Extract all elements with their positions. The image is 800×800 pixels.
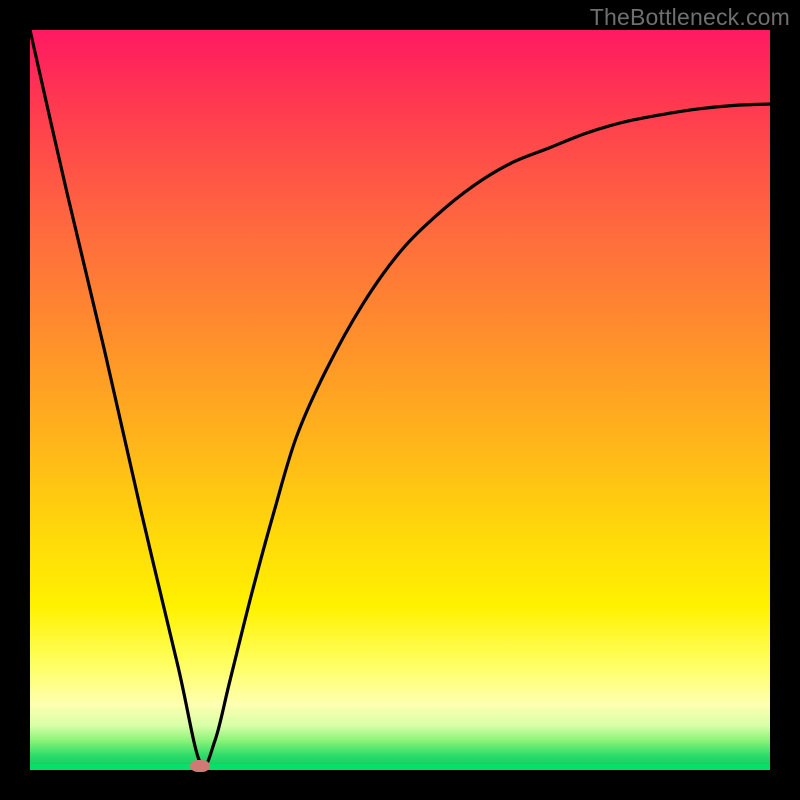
bottleneck-curve: [30, 30, 770, 766]
watermark-text: TheBottleneck.com: [590, 4, 790, 31]
optimal-point-marker: [190, 760, 210, 772]
chart-frame: TheBottleneck.com: [0, 0, 800, 800]
bottleneck-curve-svg: [30, 30, 770, 770]
